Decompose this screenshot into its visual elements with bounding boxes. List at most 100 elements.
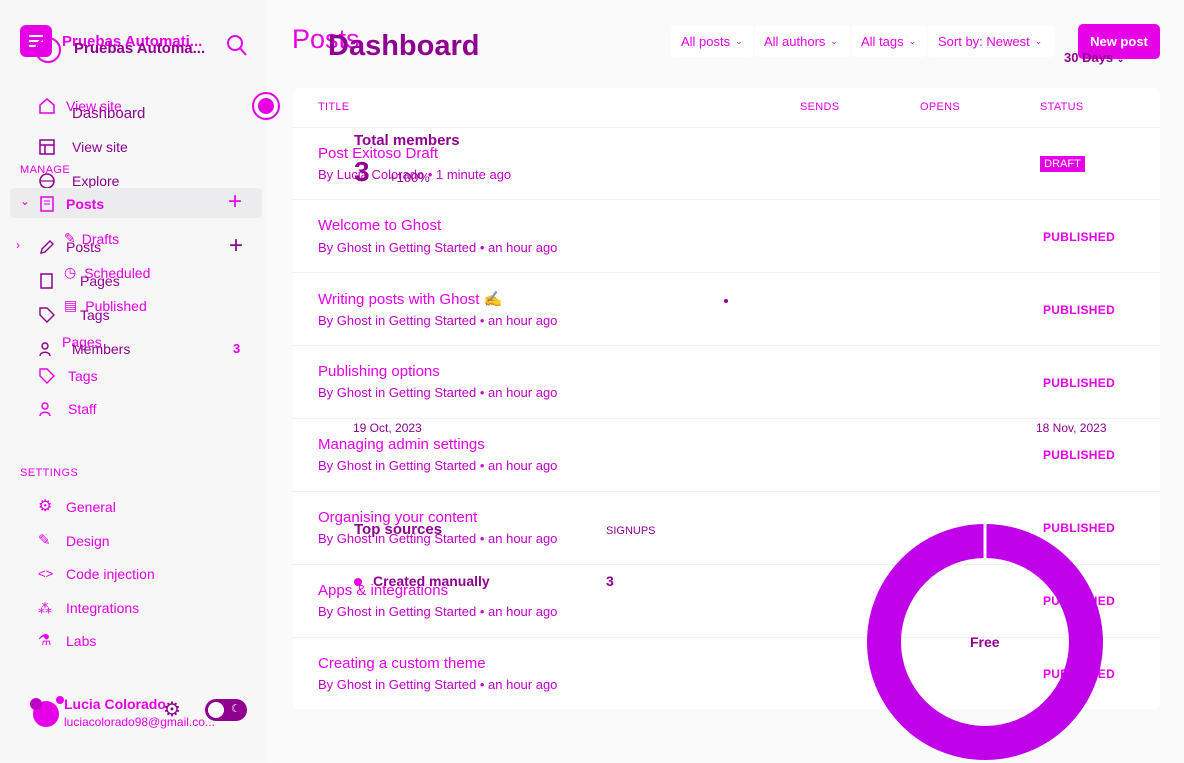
source-dot — [354, 578, 362, 586]
nav-staff-label: Staff — [68, 401, 97, 417]
donut-label: Free — [970, 634, 1000, 650]
source-name: Created manually — [373, 573, 490, 589]
nav-design[interactable]: ✎ Design — [38, 532, 110, 550]
tag-icon-2 — [39, 368, 55, 384]
row-divider — [293, 491, 1160, 492]
total-members-change: +100% — [389, 170, 430, 185]
nav-tags[interactable]: Tags — [38, 367, 98, 385]
integrations-icon: ⁂ — [38, 600, 52, 616]
layout-icon — [39, 139, 55, 155]
status-badge: DRAFT — [1040, 156, 1085, 172]
add-plus-icon[interactable]: + — [229, 234, 243, 258]
chevron-down-icon: ⌄ — [735, 35, 743, 46]
nav-pages-overlay[interactable]: Pages — [38, 272, 120, 290]
avatar[interactable] — [26, 692, 68, 730]
source-value: 3 — [606, 573, 614, 589]
home-icon — [39, 98, 55, 114]
theme-toggle[interactable]: ☾ — [205, 699, 247, 721]
user-email: luciacolorado98@gmail.co... — [64, 715, 215, 729]
tag-icon — [39, 307, 55, 323]
gear-icon: ⚙ — [38, 498, 53, 515]
col-title-header: TITLE — [318, 101, 350, 113]
filter-all-posts[interactable]: All posts ⌄ — [671, 25, 753, 57]
nav-staff[interactable]: Staff — [38, 400, 97, 418]
nav-view-site-2-label: View site — [72, 139, 128, 155]
chevron-down-icon: ⌄ — [908, 35, 917, 46]
row-divider — [293, 199, 1160, 200]
nav-drafts-label: Drafts — [81, 230, 120, 247]
range-dropdown[interactable]: 30 Days ⌄ — [1064, 50, 1124, 65]
nav-members-label: Members — [72, 341, 131, 357]
post-meta: By Ghost in Getting Started • an hour ag… — [318, 385, 558, 400]
sort-label: Sort by: Newest — [938, 33, 1030, 49]
status-badge: PUBLISHED — [1043, 376, 1116, 390]
edit-icon — [40, 240, 54, 254]
status-badge: PUBLISHED — [1043, 448, 1116, 462]
settings-section-label: SETTINGS — [20, 467, 79, 479]
post-title[interactable]: Managing admin settings — [318, 436, 485, 453]
chevron-right-icon[interactable]: › — [16, 238, 20, 252]
nav-code-injection-label: Code injection — [66, 566, 155, 582]
post-meta: By Ghost in Getting Started • an hour ag… — [318, 313, 558, 328]
nav-labs-label: Labs — [66, 633, 97, 649]
nav-general[interactable]: ⚙ General — [38, 498, 116, 516]
chevron-down-icon: ⌄ — [1116, 54, 1125, 64]
total-members-label: Total members — [354, 132, 460, 149]
nav-labs[interactable]: ⚗ Labs — [38, 632, 96, 650]
nav-drafts[interactable]: ✎ Drafts — [64, 230, 119, 247]
staff-icon — [39, 402, 51, 417]
post-meta: By Ghost in Getting Started • an hour ag… — [318, 677, 558, 692]
date-end: 18 Nov, 2023 — [1036, 421, 1107, 435]
site-avatar-overlay-icon — [35, 37, 61, 63]
filter-all-posts-label: All posts — [681, 33, 731, 49]
page-title-overlay: Dashboard — [328, 30, 480, 62]
filter-all-authors[interactable]: All authors ⌄ — [755, 25, 850, 57]
nav-explore-label: Explore — [72, 173, 120, 189]
code-icon: <> — [38, 566, 54, 581]
nav-posts[interactable]: Posts — [38, 195, 104, 213]
post-meta: By Ghost in Getting Started • an hour ag… — [318, 458, 558, 473]
site-name-overlay: Pruebas Automa... — [74, 40, 206, 57]
col-status-header: STATUS — [1040, 101, 1084, 113]
drafts-icon: ✎ — [64, 230, 76, 246]
nav-pages-overlay-label: Pages — [80, 273, 120, 289]
nav-code-injection[interactable]: <> Code injection — [38, 565, 155, 583]
user-name: Lucia Colorado — [64, 696, 166, 712]
nav-dashboard-label[interactable]: Dashboard — [72, 105, 145, 122]
total-members-value: 3 — [354, 156, 370, 187]
filter-all-authors-label: All authors — [764, 33, 826, 49]
filter-all-tags-label: All tags — [861, 33, 904, 49]
sort-dropdown[interactable]: Sort by: Newest ⌄ — [928, 25, 1054, 57]
toggle-knob — [208, 702, 224, 718]
flask-icon: ⚗ — [38, 632, 52, 649]
nav-tags-overlay[interactable]: Tags — [38, 306, 110, 324]
members-icon — [39, 342, 51, 357]
search-icon[interactable] — [226, 34, 248, 58]
nav-integrations-label: Integrations — [66, 600, 140, 616]
post-title[interactable]: Welcome to Ghost — [318, 217, 441, 234]
post-title[interactable]: Creating a custom theme — [318, 655, 486, 672]
status-badge: PUBLISHED — [1043, 303, 1116, 317]
nav-tags-label: Tags — [68, 368, 98, 384]
signups-label: SIGNUPS — [606, 525, 656, 537]
post-title[interactable]: Writing posts with Ghost ✍️ — [318, 290, 502, 308]
nav-view-site-2[interactable]: View site — [38, 138, 128, 156]
chevron-down-icon: ⌄ — [830, 35, 838, 46]
pin-toggle-icon[interactable] — [251, 90, 283, 122]
nav-members[interactable]: Members — [38, 340, 130, 358]
post-title[interactable]: Publishing options — [318, 363, 440, 380]
row-divider — [293, 345, 1160, 346]
filter-all-tags[interactable]: All tags ⌄ — [852, 25, 926, 57]
pages-icon — [40, 273, 53, 289]
nav-integrations[interactable]: ⁂ Integrations — [38, 599, 139, 617]
settings-gear-icon[interactable]: ⚙ — [163, 697, 181, 722]
moon-icon: ☾ — [231, 703, 241, 715]
sidebar: Pruebas Automati... Pruebas Automa... Vi… — [0, 0, 280, 762]
nav-design-label: Design — [66, 533, 110, 549]
posts-icon — [40, 196, 54, 212]
new-post-plus-icon[interactable]: + — [228, 190, 242, 214]
row-divider — [293, 272, 1160, 273]
range-label: 30 Days — [1064, 50, 1114, 65]
row-divider — [293, 418, 1160, 419]
chevron-down-icon[interactable]: ⌄ — [20, 194, 30, 208]
